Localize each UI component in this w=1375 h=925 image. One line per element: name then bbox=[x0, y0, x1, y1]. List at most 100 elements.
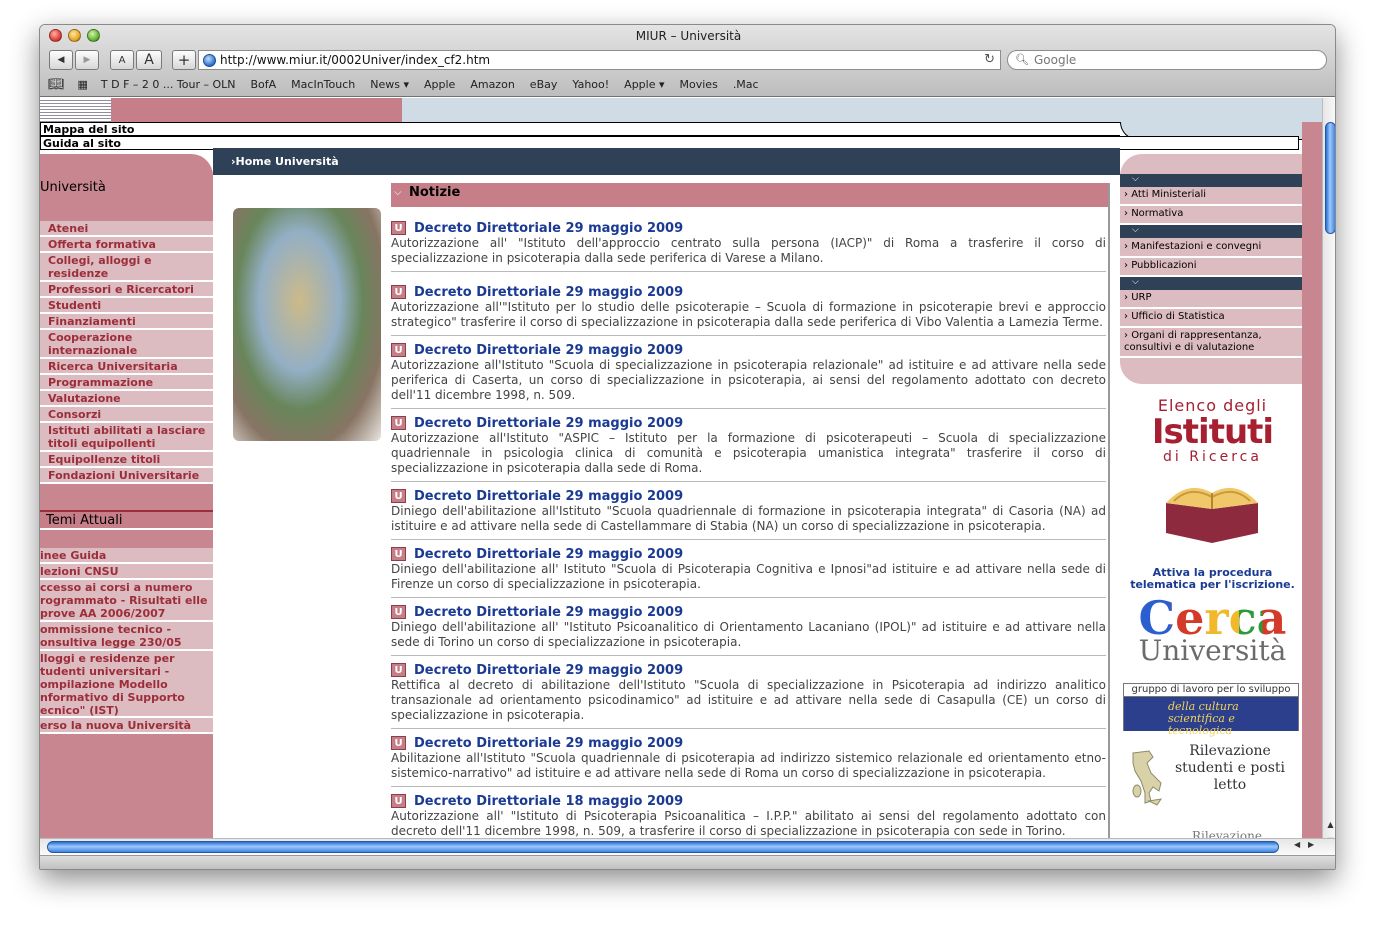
rilevazione-banner[interactable]: Rilevazione studenti e posti letto bbox=[1125, 741, 1300, 821]
sidebar-section-temi: Temi Attuali bbox=[40, 510, 213, 530]
right-menu-group-header: ⌵ bbox=[1120, 225, 1302, 238]
bookmark-item[interactable]: eBay bbox=[530, 78, 558, 91]
sidebar-item[interactable]: Finanziamenti bbox=[40, 314, 213, 330]
sidebar-item[interactable]: Equipollenze titoli bbox=[40, 452, 213, 468]
bookmark-item[interactable]: Movies bbox=[680, 78, 718, 91]
sidebar-item[interactable]: Fondazioni Universitarie bbox=[40, 468, 213, 484]
news-badge-icon: U bbox=[391, 794, 406, 808]
text-bigger-button[interactable]: A bbox=[136, 50, 162, 70]
horizontal-scroll-thumb[interactable] bbox=[47, 841, 1279, 853]
news-body: Autorizzazione all'"Istituto per lo stud… bbox=[391, 300, 1106, 329]
sidebar-item[interactable]: erso la nuova Università bbox=[40, 718, 213, 734]
browser-chrome: MIUR – Università ◀ ▶ A A + http://www.m… bbox=[40, 25, 1335, 97]
sidebar-item[interactable]: Ricerca Universitaria bbox=[40, 359, 213, 375]
news-body: Autorizzazione all' "Istituto di Psicote… bbox=[391, 809, 1106, 838]
bookmark-item[interactable]: Apple ▾ bbox=[624, 78, 664, 91]
news-title-link[interactable]: U Decreto Direttoriale 29 maggio 2009 bbox=[391, 221, 1106, 236]
sitemap-link[interactable]: Mappa del sito bbox=[40, 122, 1120, 136]
sidebar-item[interactable]: Cooperazione internazionale bbox=[40, 330, 213, 359]
news-badge-icon: U bbox=[391, 343, 406, 357]
news-title-link[interactable]: U Decreto Direttoriale 29 maggio 2009 bbox=[391, 547, 1106, 562]
activate-registration-link[interactable]: Attiva la procedura telematica per l'isc… bbox=[1125, 567, 1300, 591]
news-body: Diniego dell'abilitazione all'Istituto "… bbox=[391, 504, 1106, 533]
sidebar-item[interactable]: lezioni CNSU bbox=[40, 564, 213, 580]
sidebar-section-title: Università bbox=[40, 180, 106, 195]
right-menu-item[interactable]: › Organi di rappresentanza, consultivi e… bbox=[1120, 330, 1302, 358]
open-book-icon bbox=[1166, 487, 1258, 543]
news-title-link[interactable]: U Decreto Direttoriale 29 maggio 2009 bbox=[391, 343, 1106, 358]
elenco-istituti-banner[interactable]: Elenco degli Istituti di Ricerca bbox=[1125, 396, 1300, 465]
vertical-scrollbar[interactable]: ▲ ▼ bbox=[1322, 98, 1335, 855]
news-title-link[interactable]: U Decreto Direttoriale 29 maggio 2009 bbox=[391, 605, 1106, 620]
news-title-link[interactable]: U Decreto Direttoriale 29 maggio 2009 bbox=[391, 416, 1106, 431]
bookmark-item[interactable]: BofA bbox=[250, 78, 276, 91]
italy-map-icon bbox=[1132, 750, 1163, 806]
sidebar-item[interactable]: Istituti abilitati a lasciare titoli equ… bbox=[40, 423, 213, 452]
search-input[interactable]: 🔍︎ Google bbox=[1007, 50, 1327, 70]
miur-logo[interactable] bbox=[40, 98, 111, 122]
scroll-left-icon[interactable]: ◀ bbox=[1294, 840, 1300, 849]
news-title-link[interactable]: U Decreto Direttoriale 29 maggio 2009 bbox=[391, 489, 1106, 504]
news-title-link[interactable]: U Decreto Direttoriale 18 maggio 2009 bbox=[391, 794, 1106, 809]
page-viewport: Mappa del sito Guida al sito Università … bbox=[40, 98, 1322, 855]
europe-collage-image bbox=[233, 208, 381, 441]
sidebar-item[interactable]: lloggi e residenze per tudenti universit… bbox=[40, 651, 213, 718]
top-sites-grid-icon[interactable]: ▦ bbox=[78, 78, 88, 91]
reload-icon[interactable]: ↻ bbox=[984, 51, 995, 69]
gruppo-lavoro-banner[interactable]: gruppo di lavoro per lo sviluppo della c… bbox=[1123, 683, 1299, 737]
sidebar-item[interactable]: Offerta formativa bbox=[40, 237, 213, 253]
sidebar-item[interactable]: Valutazione bbox=[40, 391, 213, 407]
news-body: Autorizzazione all' "Istituto dell'appro… bbox=[391, 236, 1106, 265]
bookmark-item[interactable]: Amazon bbox=[470, 78, 514, 91]
news-item: U Decreto Direttoriale 29 maggio 2009 Auto… bbox=[391, 416, 1106, 482]
bookmark-item[interactable]: MacInTouch bbox=[291, 78, 355, 91]
bookmark-item[interactable]: T D F – 2 0 ... Tour – OLN bbox=[101, 78, 236, 91]
news-title-link[interactable]: U Decreto Direttoriale 29 maggio 2009 bbox=[391, 663, 1106, 678]
sidebar-item[interactable]: Professori e Ricercatori bbox=[40, 282, 213, 298]
bookmark-item[interactable]: News ▾ bbox=[370, 78, 409, 91]
sidebar-item[interactable]: inee Guida bbox=[40, 548, 213, 564]
news-separator bbox=[391, 335, 1106, 336]
sidebar-item[interactable]: Programmazione bbox=[40, 375, 213, 391]
right-menu-item[interactable]: › Manifestazioni e convegni bbox=[1120, 241, 1302, 258]
sidebar-item[interactable]: Atenei bbox=[40, 221, 213, 237]
horizontal-scrollbar[interactable]: ◀ ▶ bbox=[40, 838, 1335, 855]
globe-icon bbox=[203, 54, 216, 67]
forward-button[interactable]: ▶ bbox=[75, 50, 99, 70]
bookmarks-book-icon[interactable]: 📖︎ bbox=[48, 77, 65, 92]
right-menu-item[interactable]: › Pubblicazioni bbox=[1120, 260, 1302, 277]
bookmark-item[interactable]: Yahoo! bbox=[572, 78, 609, 91]
scroll-right-icon[interactable]: ▶ bbox=[1308, 840, 1314, 849]
right-menu-item[interactable]: › URP bbox=[1120, 292, 1302, 309]
add-bookmark-button[interactable]: + bbox=[172, 50, 196, 70]
news-title-link[interactable]: U Decreto Direttoriale 29 maggio 2009 bbox=[391, 736, 1106, 751]
breadcrumb[interactable]: ›Home Università bbox=[231, 155, 339, 168]
sidebar-item[interactable]: ccesso ai corsi a numero rogrammato - Ri… bbox=[40, 580, 213, 622]
content-header-bar bbox=[213, 148, 1120, 175]
bookmark-item[interactable]: .Mac bbox=[733, 78, 759, 91]
bookmark-item[interactable]: Apple bbox=[424, 78, 455, 91]
right-menu-item[interactable]: › Normativa bbox=[1120, 208, 1302, 225]
back-button[interactable]: ◀ bbox=[49, 50, 73, 70]
plus-icon: + bbox=[177, 51, 191, 69]
text-smaller-button[interactable]: A bbox=[110, 50, 134, 70]
chevron-down-icon: ⌵ bbox=[1132, 277, 1139, 287]
sidebar-item[interactable]: Studenti bbox=[40, 298, 213, 314]
sidebar-item[interactable]: Consorzi bbox=[40, 407, 213, 423]
cerca-universita-banner[interactable]: Cerca Università bbox=[1125, 595, 1300, 665]
news-badge-icon: U bbox=[391, 736, 406, 750]
sidebar-item[interactable]: ommissione tecnico - onsultiva legge 230… bbox=[40, 622, 213, 651]
vertical-scroll-thumb[interactable] bbox=[1325, 122, 1335, 234]
news-title-link[interactable]: U Decreto Direttoriale 29 maggio 2009 bbox=[391, 285, 1106, 300]
news-badge-icon: U bbox=[391, 416, 406, 430]
bookmarks-bar: 📖︎ ▦ T D F – 2 0 ... Tour – OLN BofA Mac… bbox=[48, 76, 774, 92]
right-menu-item[interactable]: › Atti Ministeriali bbox=[1120, 189, 1302, 206]
right-menu-item[interactable]: › Ufficio di Statistica bbox=[1120, 311, 1302, 328]
address-bar[interactable]: http://www.miur.it/0002Univer/index_cf2.… bbox=[198, 50, 1001, 70]
news-separator bbox=[391, 408, 1106, 409]
scroll-up-icon[interactable]: ▲ bbox=[1323, 820, 1335, 829]
news-item: U Decreto Direttoriale 29 maggio 2009 Dini… bbox=[391, 547, 1106, 598]
sidebar-item[interactable]: Collegi, alloggi e residenze bbox=[40, 253, 213, 282]
news-separator bbox=[391, 655, 1106, 656]
news-item: U Decreto Direttoriale 29 maggio 2009 Auto… bbox=[391, 221, 1106, 272]
